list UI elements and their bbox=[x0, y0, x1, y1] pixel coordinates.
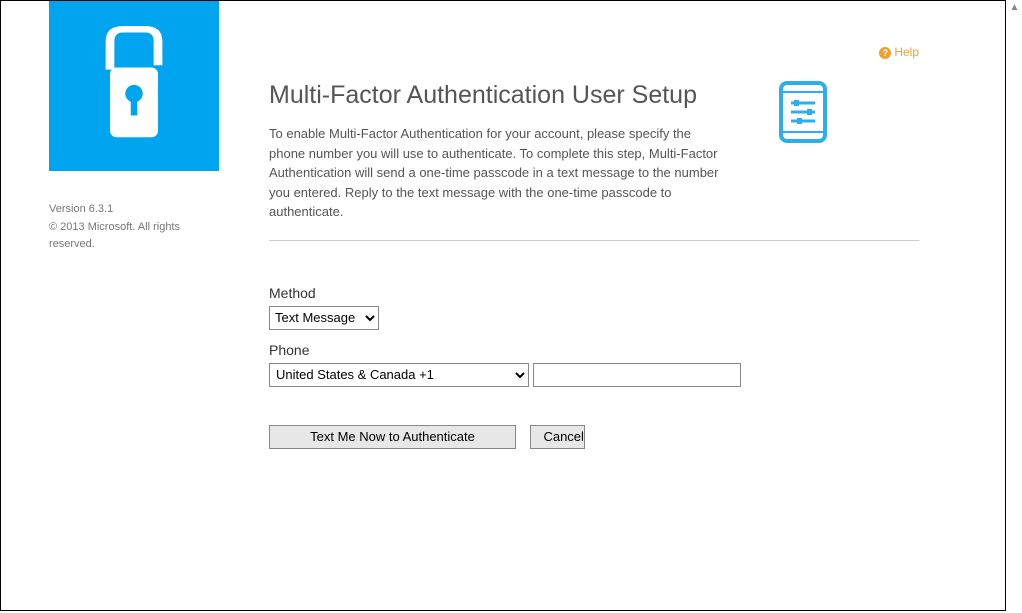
method-label: Method bbox=[269, 285, 919, 301]
country-select[interactable]: United States & Canada +1 bbox=[269, 363, 529, 387]
phone-input[interactable] bbox=[533, 363, 741, 387]
settings-phone-icon bbox=[777, 81, 829, 143]
setup-form: Method Text Message Phone United States … bbox=[269, 285, 919, 449]
page-description: To enable Multi-Factor Authentication fo… bbox=[269, 124, 729, 222]
help-link-container: ?Help bbox=[879, 45, 919, 59]
text-me-button[interactable]: Text Me Now to Authenticate bbox=[269, 425, 516, 449]
logo-tile bbox=[49, 1, 219, 171]
version-text: Version 6.3.1 bbox=[49, 201, 219, 219]
help-icon: ? bbox=[879, 47, 891, 59]
version-info: Version 6.3.1 © 2013 Microsoft. All righ… bbox=[49, 201, 219, 254]
app-frame: Version 6.3.1 © 2013 Microsoft. All righ… bbox=[0, 0, 1006, 611]
copyright-text: © 2013 Microsoft. All rights reserved. bbox=[49, 219, 219, 254]
scrollbar-up-arrow[interactable]: ▲ bbox=[1007, 0, 1022, 16]
help-link[interactable]: Help bbox=[894, 45, 919, 59]
cancel-button[interactable]: Cancel bbox=[530, 425, 585, 449]
main-content: ?Help Multi-Factor Authentication User S… bbox=[269, 41, 919, 449]
method-select[interactable]: Text Message bbox=[269, 306, 379, 330]
sidebar: Version 6.3.1 © 2013 Microsoft. All righ… bbox=[49, 1, 219, 254]
phone-label: Phone bbox=[269, 342, 919, 358]
divider bbox=[269, 240, 919, 241]
phone-lock-icon bbox=[89, 26, 179, 146]
